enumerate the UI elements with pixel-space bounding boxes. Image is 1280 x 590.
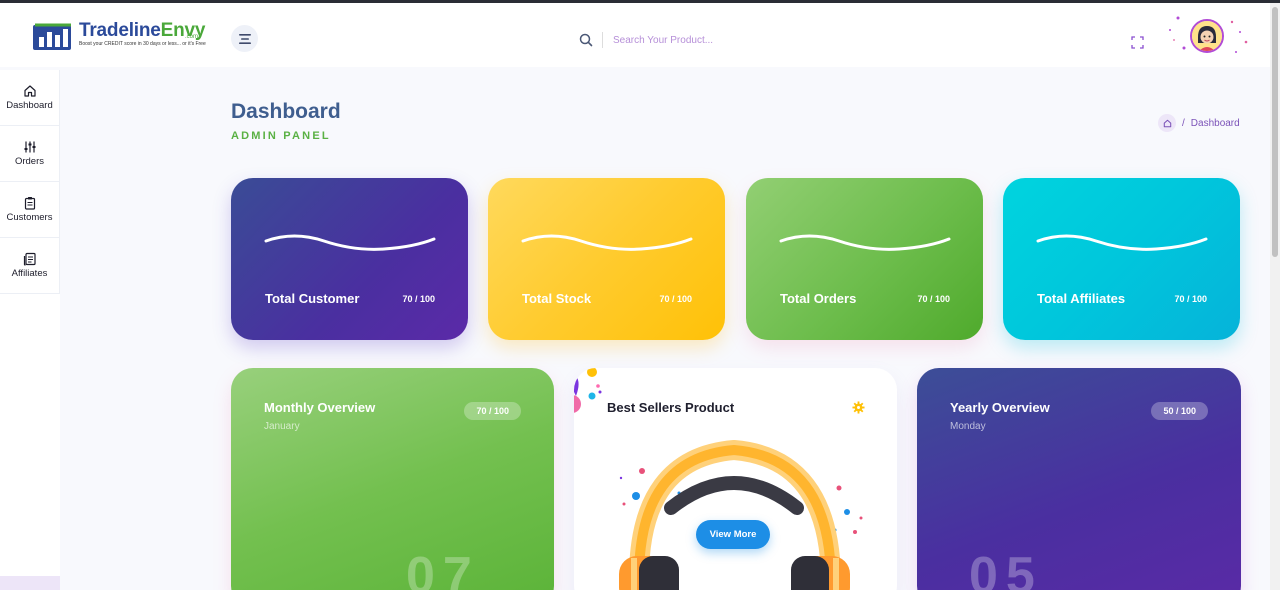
sidebar-item-label: Affiliates [11, 268, 48, 279]
brand-domain-suffix: .com [185, 34, 199, 40]
sidebar-item-dashboard[interactable]: Dashboard [0, 70, 60, 126]
breadcrumb: / Dashboard [1158, 114, 1240, 132]
yearly-overview-card[interactable]: Yearly Overview Monday 50 / 100 05 [917, 368, 1241, 590]
sidebar-footer [0, 576, 60, 590]
logo-chart-icon [33, 23, 71, 50]
page-title: Dashboard [231, 100, 341, 123]
sidebar-item-affiliates[interactable]: Affiliates [0, 238, 60, 294]
stat-card-total-stock[interactable]: Total Stock 70 / 100 [488, 178, 725, 340]
brand-tagline: Boost your CREDIT score in 30 days or le… [79, 41, 206, 47]
stat-count: 70 / 100 [917, 294, 950, 304]
card-subtitle: Monday [950, 421, 986, 432]
headphones-illustration [619, 439, 863, 590]
avatar-illustration [1192, 21, 1222, 51]
stat-count: 70 / 100 [402, 294, 435, 304]
brand-logo[interactable]: TradelineEnvy .com Boost your CREDIT sco… [33, 20, 213, 54]
document-icon [23, 252, 36, 266]
wave-decoration [1036, 234, 1208, 251]
sidebar-item-label: Customers [6, 212, 53, 223]
search-divider [602, 32, 603, 48]
breadcrumb-current[interactable]: Dashboard [1191, 118, 1240, 129]
progress-badge: 50 / 100 [1151, 402, 1208, 420]
sidebar-item-customers[interactable]: Customers [0, 182, 60, 238]
overview-number: 05 [969, 547, 1043, 590]
card-title: Yearly Overview [950, 400, 1050, 415]
search-input[interactable] [613, 34, 853, 46]
sidebar-item-orders[interactable]: Orders [0, 126, 60, 182]
user-avatar[interactable] [1190, 19, 1224, 53]
stat-label: Total Customer [265, 291, 360, 306]
wave-decoration [264, 234, 436, 251]
sidebar-toggle-button[interactable] [231, 25, 258, 52]
stat-label: Total Affiliates [1037, 291, 1126, 306]
overview-number: 07 [406, 547, 480, 590]
user-menu[interactable] [1166, 16, 1252, 60]
card-subtitle: January [264, 421, 300, 432]
stat-label: Total Stock [522, 291, 592, 306]
best-sellers-card: Best Sellers Product View More [574, 368, 897, 590]
wave-decoration [521, 234, 693, 251]
stat-count: 70 / 100 [1174, 294, 1207, 304]
stat-card-total-affiliates[interactable]: Total Affiliates 70 / 100 [1003, 178, 1240, 340]
clipboard-icon [24, 197, 35, 210]
top-header: TradelineEnvy .com Boost your CREDIT sco… [0, 3, 1270, 67]
progress-badge: 70 / 100 [464, 402, 521, 420]
brand-name-part1: Tradeline [79, 20, 161, 41]
sidebar-item-label: Orders [14, 156, 45, 167]
stat-label: Total Orders [780, 291, 857, 306]
card-title: Best Sellers Product [607, 400, 735, 415]
card-title: Monthly Overview [264, 400, 376, 415]
confetti-decoration [574, 368, 602, 413]
stat-card-total-orders[interactable]: Total Orders 70 / 100 [746, 178, 983, 340]
hamburger-menu-icon [238, 33, 251, 44]
stat-count: 70 / 100 [659, 294, 692, 304]
wave-decoration [779, 234, 951, 251]
search-bar [578, 29, 878, 51]
sidebar-item-label: Dashboard [6, 100, 53, 111]
sliders-icon [24, 141, 35, 153]
home-icon [23, 85, 36, 97]
view-more-button[interactable]: View More [696, 520, 770, 549]
home-icon [1163, 119, 1171, 127]
page-subtitle: ADMIN PANEL [231, 130, 331, 142]
breadcrumb-separator: / [1182, 117, 1185, 129]
scrollbar-thumb[interactable] [1272, 7, 1278, 257]
breadcrumb-home[interactable] [1158, 114, 1176, 132]
search-icon[interactable] [578, 32, 594, 48]
page-scrollbar[interactable] [1270, 3, 1280, 590]
sidebar: Dashboard Orders Customers Affiliates [0, 70, 60, 590]
monthly-overview-card[interactable]: Monthly Overview January 70 / 100 07 [231, 368, 554, 590]
fullscreen-icon[interactable] [1131, 36, 1144, 49]
brand-name-part2: Envy [160, 20, 206, 41]
gear-icon[interactable] [852, 401, 865, 414]
stat-card-total-customer[interactable]: Total Customer 70 / 100 [231, 178, 468, 340]
